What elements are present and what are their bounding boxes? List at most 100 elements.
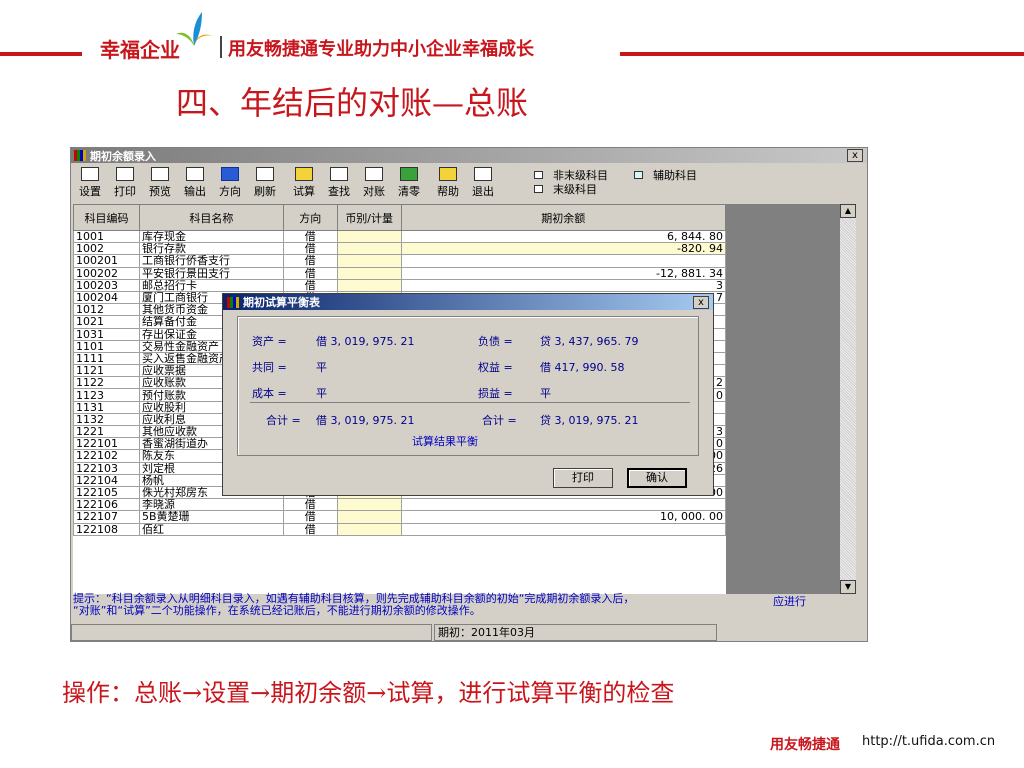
cell-cur[interactable]: [336, 242, 402, 256]
cell-amt[interactable]: [400, 498, 726, 512]
cell-amt[interactable]: [400, 254, 726, 268]
window-title: 期初余额录入: [90, 149, 156, 163]
cell-code[interactable]: 1002: [73, 242, 140, 256]
cell-code[interactable]: 1012: [73, 303, 140, 317]
cell-cur[interactable]: [336, 254, 402, 268]
cell-code[interactable]: 100203: [73, 278, 140, 292]
cell-code[interactable]: 100201: [73, 254, 140, 268]
print-button[interactable]: 打印: [108, 165, 142, 199]
pl-label: 损益 =: [478, 387, 513, 400]
liabilities-label: 负债 =: [478, 335, 513, 348]
cell-code[interactable]: 1121: [73, 364, 140, 378]
cell-amt[interactable]: [400, 522, 726, 536]
cell-name[interactable]: 平安银行景田支行: [138, 266, 284, 280]
cell-amt[interactable]: -820. 94: [400, 242, 726, 256]
cell-dir[interactable]: 借: [282, 498, 338, 512]
cell-code[interactable]: 1111: [73, 351, 140, 366]
col-currency[interactable]: 币别/计量: [336, 204, 402, 231]
legend-non-leaf-swatch: [534, 171, 543, 179]
table-row[interactable]: 122107 5B黄楚珊借 10, 000. 00: [73, 510, 726, 524]
direction-button[interactable]: 方向: [213, 165, 247, 199]
cell-code[interactable]: 122104: [73, 473, 140, 487]
scroll-track[interactable]: [840, 218, 856, 580]
trial-balance-button[interactable]: 试算: [287, 165, 321, 199]
clear-button[interactable]: 清零: [392, 165, 426, 199]
cell-name[interactable]: 佰红: [138, 522, 284, 536]
col-code[interactable]: 科目编码: [73, 204, 140, 231]
table-row[interactable]: 122108 佰红借: [73, 522, 726, 536]
cell-name[interactable]: 工商银行侨香支行: [138, 254, 284, 268]
cell-code[interactable]: 122101: [73, 437, 140, 451]
col-balance[interactable]: 期初余额: [400, 204, 726, 231]
cell-dir[interactable]: 借: [282, 278, 338, 292]
equity-value: 借 417, 990. 58: [540, 361, 625, 374]
cell-dir[interactable]: 借: [282, 242, 338, 256]
preview-button[interactable]: 预览: [143, 165, 177, 199]
cell-dir[interactable]: 借: [282, 254, 338, 268]
dialog-close-button[interactable]: x: [693, 296, 709, 309]
cell-cur[interactable]: [336, 266, 402, 280]
scroll-down-icon[interactable]: ▼: [840, 580, 856, 594]
cell-code[interactable]: 100202: [73, 266, 140, 280]
cell-cur[interactable]: [336, 510, 402, 524]
legend-aux-swatch: [634, 171, 643, 179]
cell-code[interactable]: 1122: [73, 376, 140, 390]
exit-button[interactable]: 退出: [466, 165, 500, 199]
table-row[interactable]: 122106 李晓源借: [73, 498, 726, 512]
cell-cur[interactable]: [336, 498, 402, 512]
cell-code[interactable]: 1221: [73, 424, 140, 439]
window-close-button[interactable]: x: [847, 149, 863, 162]
confirm-button[interactable]: 确认: [627, 468, 687, 488]
cell-code[interactable]: 122103: [73, 461, 140, 475]
cell-code[interactable]: 122107: [73, 510, 140, 524]
brand-text: 幸福企业: [100, 38, 180, 62]
col-name[interactable]: 科目名称: [138, 204, 284, 231]
table-row[interactable]: 100203 邮总招行卡借 3: [73, 278, 726, 292]
reconcile-button[interactable]: 对账: [357, 165, 391, 199]
cell-code[interactable]: 122102: [73, 449, 140, 463]
cell-name[interactable]: 李晓源: [138, 498, 284, 512]
find-button[interactable]: 查找: [322, 165, 356, 199]
cell-code[interactable]: 122105: [73, 485, 140, 500]
cell-code[interactable]: 1131: [73, 400, 140, 414]
cell-cur[interactable]: [336, 278, 402, 292]
assets-value: 借 3, 019, 975. 21: [316, 335, 415, 348]
help-button[interactable]: 帮助: [431, 165, 465, 199]
cell-code[interactable]: 1001: [73, 229, 140, 244]
print-dialog-button[interactable]: 打印: [553, 468, 613, 488]
col-direction[interactable]: 方向: [282, 204, 338, 231]
table-row[interactable]: 1001 库存现金借 6, 844. 80: [73, 229, 726, 244]
scroll-up-icon[interactable]: ▲: [840, 204, 856, 218]
cell-name[interactable]: 银行存款: [138, 242, 284, 256]
cell-code[interactable]: 122106: [73, 498, 140, 512]
cell-dir[interactable]: 借: [282, 510, 338, 524]
cell-code[interactable]: 1031: [73, 327, 140, 341]
cell-cur[interactable]: [336, 229, 402, 244]
table-row[interactable]: 100202 平安银行景田支行借 -12, 881. 34: [73, 266, 726, 280]
cell-dir[interactable]: 借: [282, 229, 338, 244]
cell-code[interactable]: 1123: [73, 388, 140, 402]
footer-url[interactable]: http://t.ufida.com.cn: [862, 734, 995, 749]
cell-name[interactable]: 邮总招行卡: [138, 278, 284, 292]
cell-amt[interactable]: 3: [400, 278, 726, 292]
cell-cur[interactable]: [336, 522, 402, 536]
cell-code[interactable]: 122108: [73, 522, 140, 536]
window-titlebar: 期初余额录入 x: [71, 148, 867, 163]
cell-name[interactable]: 库存现金: [138, 229, 284, 244]
cell-name[interactable]: 5B黄楚珊: [138, 510, 284, 524]
table-row[interactable]: 100201 工商银行侨香支行借: [73, 254, 726, 268]
cell-amt[interactable]: -12, 881. 34: [400, 266, 726, 280]
cell-code[interactable]: 100204: [73, 290, 140, 305]
cell-amt[interactable]: 10, 000. 00: [400, 510, 726, 524]
refresh-button[interactable]: 刷新: [248, 165, 282, 199]
cell-dir[interactable]: 借: [282, 522, 338, 536]
cell-amt[interactable]: 6, 844. 80: [400, 229, 726, 244]
vertical-scrollbar[interactable]: ▲ ▼: [840, 204, 856, 594]
settings-button[interactable]: 设置: [73, 165, 107, 199]
cell-dir[interactable]: 借: [282, 266, 338, 280]
export-button[interactable]: 输出: [178, 165, 212, 199]
table-row[interactable]: 1002 银行存款借 -820. 94: [73, 242, 726, 256]
cell-code[interactable]: 1101: [73, 339, 140, 353]
cell-code[interactable]: 1021: [73, 315, 140, 329]
cell-code[interactable]: 1132: [73, 412, 140, 427]
